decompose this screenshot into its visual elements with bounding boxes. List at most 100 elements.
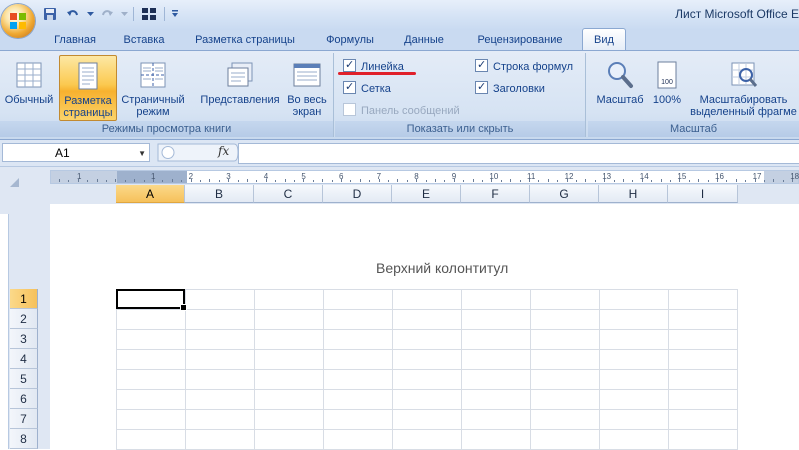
tab-review[interactable]: Рецензирование	[464, 30, 576, 50]
ruler-tick	[407, 180, 408, 182]
page-break-label-2: режим	[136, 106, 170, 118]
ruler-tick	[397, 179, 398, 182]
select-all-corner[interactable]	[0, 167, 22, 191]
active-cell-a1[interactable]	[116, 289, 187, 311]
page-header-placeholder[interactable]: Верхний колонтитул	[376, 260, 508, 276]
ruler-tick	[463, 180, 464, 182]
ruler-tick	[679, 179, 680, 182]
qat-separator-2	[164, 7, 165, 21]
headings-checkbox[interactable]: Заголовки	[475, 79, 545, 97]
office-button[interactable]	[1, 4, 35, 38]
ruler-tick	[181, 180, 182, 182]
full-screen-button[interactable]: Во весь экран	[284, 55, 330, 119]
ruler-tick	[172, 179, 173, 182]
custom-views-icon	[227, 62, 253, 87]
column-header-b[interactable]: B	[185, 185, 254, 203]
grid-row-line	[116, 389, 738, 390]
name-box[interactable]: A1 ▼	[2, 143, 150, 162]
page-layout-view-button[interactable]: Разметка страницы	[59, 55, 117, 121]
gridlines-checkbox[interactable]: Сетка	[343, 79, 391, 97]
grid-row-line	[116, 309, 738, 310]
ruler-tick	[350, 180, 351, 182]
ruler-tick	[303, 179, 304, 182]
name-box-dropdown-icon[interactable]: ▼	[138, 144, 146, 163]
save-icon	[44, 8, 56, 20]
tab-home[interactable]: Главная	[44, 30, 106, 50]
view-toggle-button[interactable]	[139, 4, 159, 24]
column-header-c[interactable]: C	[254, 185, 323, 203]
ruler-tick	[717, 179, 718, 182]
ruler-tick	[200, 180, 201, 182]
save-button[interactable]	[40, 4, 60, 24]
undo-icon	[67, 10, 78, 16]
redo-icon	[102, 10, 113, 16]
row-header-3[interactable]: 3	[10, 329, 38, 349]
insert-function-button[interactable]: fx	[218, 144, 229, 158]
ruler-margin-left	[51, 171, 117, 183]
group-show-hide: Линейка Сетка Панель сообщений Строка фо…	[335, 53, 586, 137]
svg-text:100: 100	[661, 79, 673, 86]
redo-dropdown-icon[interactable]	[120, 4, 128, 24]
tab-formulas[interactable]: Формулы	[314, 30, 386, 50]
column-header-a[interactable]: A	[116, 185, 185, 203]
page-break-preview-button[interactable]: Страничный режим	[117, 55, 189, 119]
message-bar-label: Панель сообщений	[361, 105, 460, 117]
normal-view-button[interactable]: Обычный	[2, 55, 56, 119]
page-layout-icon	[78, 62, 98, 90]
page-break-label-1: Страничный	[121, 94, 185, 106]
window-title: Лист Microsoft Office E	[675, 7, 799, 21]
tab-insert[interactable]: Вставка	[112, 30, 176, 50]
ruler-tick	[191, 179, 192, 182]
ruler-tick	[162, 180, 163, 182]
ruler-tick	[745, 180, 746, 182]
ruler-tick	[435, 179, 436, 182]
customize-qat-button[interactable]	[170, 4, 180, 24]
ruler-tick	[369, 180, 370, 182]
ruler-tick	[59, 179, 60, 182]
row-header-2[interactable]: 2	[10, 309, 38, 329]
ruler-tick	[219, 180, 220, 182]
ruler-tick	[670, 180, 671, 182]
row-header-4[interactable]: 4	[10, 349, 38, 369]
ruler-tick	[792, 179, 793, 182]
column-header-e[interactable]: E	[392, 185, 461, 203]
ruler-tick	[651, 180, 652, 182]
tab-data[interactable]: Данные	[392, 30, 456, 50]
ruler-tick	[642, 179, 643, 182]
name-box-value: A1	[55, 146, 70, 160]
cell-grid[interactable]	[116, 289, 738, 450]
magnifier-icon	[608, 62, 633, 88]
ruler-tick	[595, 180, 596, 182]
tab-view[interactable]: Вид	[582, 28, 626, 51]
undo-dropdown-icon[interactable]	[86, 4, 94, 24]
custom-views-button[interactable]: Представления	[196, 55, 284, 119]
ruler-tick	[426, 180, 427, 182]
row-header-5[interactable]: 5	[10, 369, 38, 389]
undo-button[interactable]	[63, 4, 83, 24]
row-header-1[interactable]: 1	[10, 289, 38, 309]
fill-handle[interactable]	[180, 304, 187, 311]
row-header-8[interactable]: 8	[10, 429, 38, 449]
column-header-g[interactable]: G	[530, 185, 599, 203]
row-header-7[interactable]: 7	[10, 409, 38, 429]
zoom-button[interactable]: Масштаб	[592, 55, 648, 119]
column-header-f[interactable]: F	[461, 185, 530, 203]
grid-row-line	[116, 409, 738, 410]
redo-button[interactable]	[97, 4, 117, 24]
ruler-underline-annotation	[338, 72, 416, 75]
ruler-tick	[209, 179, 210, 182]
ruler-tick	[134, 179, 135, 182]
full-screen-label-2: экран	[292, 106, 322, 118]
zoom-to-selection-button[interactable]: Масштабировать выделенный фрагме	[688, 55, 799, 119]
column-header-d[interactable]: D	[323, 185, 392, 203]
zoom-100-button[interactable]: 100 100%	[648, 55, 686, 119]
tab-page-layout[interactable]: Разметка страницы	[184, 30, 306, 50]
formula-bar-checkbox[interactable]: Строка формул	[475, 57, 573, 75]
ruler-tick	[97, 179, 98, 182]
row-header-6[interactable]: 6	[10, 389, 38, 409]
column-header-i[interactable]: I	[668, 185, 738, 203]
ruler-tick	[444, 180, 445, 182]
formula-input[interactable]	[238, 143, 799, 164]
grid-row-line	[116, 429, 738, 430]
column-header-h[interactable]: H	[599, 185, 668, 203]
